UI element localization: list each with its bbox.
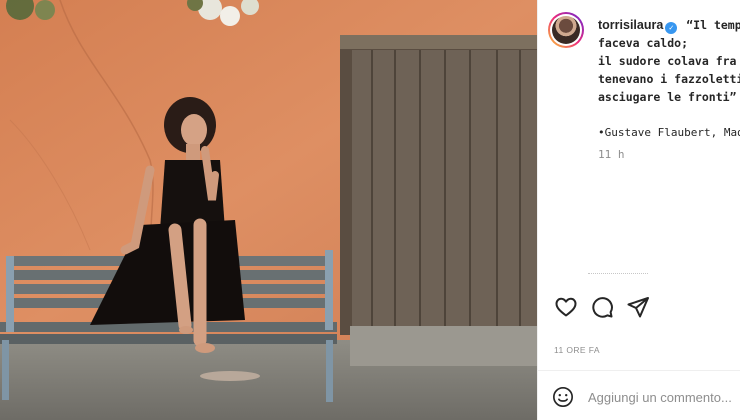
heart-icon[interactable] [554, 295, 578, 319]
caption-line-2: faceva caldo; [598, 36, 689, 50]
comment-icon[interactable] [590, 295, 614, 319]
emoji-icon[interactable] [552, 386, 574, 408]
avatar-ring [550, 14, 582, 46]
avatar[interactable] [548, 12, 584, 48]
post-time-ago: 11 ORE FA [554, 345, 600, 355]
caption-line-4: tenevano i fazzoletti in [598, 72, 740, 86]
caption-timestamp[interactable]: 11 h [598, 146, 740, 164]
caption-line-1: “Il tempo e [686, 18, 740, 32]
caption-author: •Gustave Flaubert, Madam [598, 126, 740, 139]
caption-line-3: il sudore colava fra i ca [598, 54, 740, 68]
username-link[interactable]: torrisilaura [598, 18, 663, 32]
avatar-image [552, 16, 580, 44]
comment-input[interactable] [588, 387, 738, 407]
post-photo[interactable] [0, 0, 537, 420]
share-icon[interactable] [626, 295, 650, 319]
comment-bar [538, 370, 740, 420]
post-side-panel: torrisilaura✓ “Il tempo e faceva caldo; … [537, 0, 740, 420]
caption-text: torrisilaura✓ “Il tempo e faceva caldo; … [598, 16, 740, 164]
verified-badge-icon: ✓ [665, 22, 678, 34]
caption-line-5: asciugare le fronti” [598, 90, 737, 104]
photo-scene [0, 0, 537, 420]
comments-divider [588, 268, 648, 274]
